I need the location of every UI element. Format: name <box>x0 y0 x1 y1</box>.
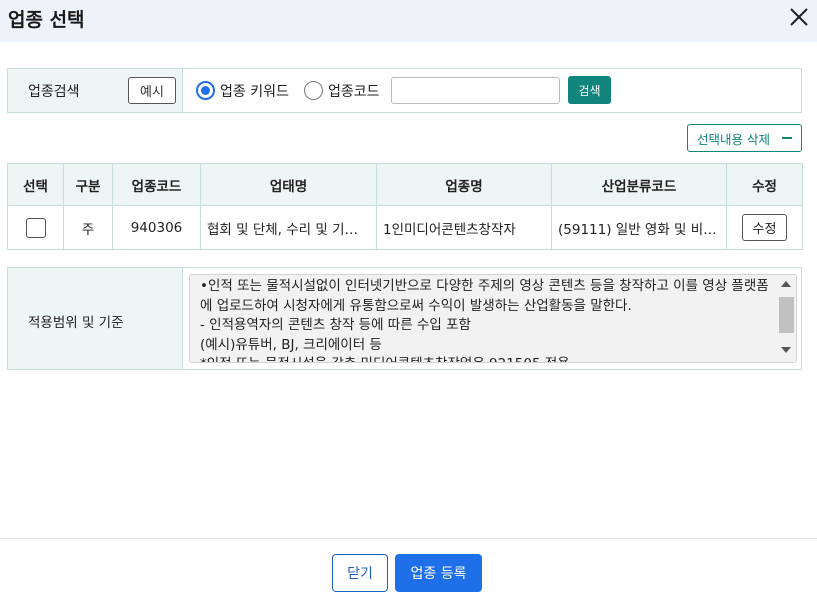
cell-code: 940306 <box>112 205 201 250</box>
scope-text: •인적 또는 물적시설없이 인터넷기반으로 다양한 주제의 영상 콘텐츠 등을 … <box>200 278 769 362</box>
search-label-cell: 업종검색 예시 <box>8 69 183 112</box>
example-button[interactable]: 예시 <box>128 77 176 104</box>
header-gubun: 구분 <box>63 163 113 206</box>
search-button[interactable]: 검색 <box>568 76 611 104</box>
header-classification: 산업분류코드 <box>551 163 727 206</box>
scope-label-cell: 적용범위 및 기준 <box>8 268 183 369</box>
search-label: 업종검색 <box>28 84 80 100</box>
radio-keyword-label[interactable]: 업종 키워드 <box>220 81 289 101</box>
cell-select <box>7 205 64 250</box>
industry-table: 선택 구분 업종코드 업태명 업종명 산업분류코드 수정 주 940306 협회… <box>7 163 803 250</box>
scope-textarea[interactable]: •인적 또는 물적시설없이 인터넷기반으로 다양한 주제의 영상 콘텐츠 등을 … <box>189 274 797 363</box>
header-industry-name: 업종명 <box>376 163 552 206</box>
scrollbar[interactable] <box>776 275 796 362</box>
delete-selection-label: 선택내용 삭제 <box>697 131 770 147</box>
row-checkbox[interactable] <box>25 217 46 238</box>
search-panel: 업종검색 예시 업종 키워드 업종코드 검색 <box>7 68 802 113</box>
close-icon[interactable] <box>786 4 812 30</box>
header-code: 업종코드 <box>112 163 201 206</box>
cell-industry-name: 1인미디어콘텐츠창작자 <box>376 205 552 250</box>
dialog-header: 업종 선택 <box>0 0 817 42</box>
footer-divider <box>0 538 817 539</box>
edit-button[interactable]: 수정 <box>742 214 787 241</box>
cell-classification: (59111) 일반 영화 및 비디오물 제작업 <box>551 205 727 250</box>
search-input[interactable] <box>391 77 560 104</box>
header-business-type: 업태명 <box>200 163 377 206</box>
table-header-row: 선택 구분 업종코드 업태명 업종명 산업분류코드 수정 <box>7 163 803 206</box>
cell-business-type: 협회 및 단체, 수리 및 기타 개인 서비스업 <box>200 205 377 250</box>
scope-label: 적용범위 및 기준 <box>28 315 124 331</box>
scroll-up-icon[interactable] <box>781 281 791 287</box>
table-row: 주 940306 협회 및 단체, 수리 및 기타 개인 서비스업 1인미디어콘… <box>7 205 803 250</box>
cell-edit: 수정 <box>726 205 803 250</box>
close-button[interactable]: 닫기 <box>332 554 388 592</box>
cell-gubun: 주 <box>63 205 113 250</box>
scroll-down-icon[interactable] <box>781 347 791 353</box>
radio-keyword[interactable] <box>196 81 215 100</box>
minus-icon <box>782 137 792 139</box>
radio-code[interactable] <box>304 81 323 100</box>
register-button[interactable]: 업종 등록 <box>395 554 482 592</box>
dialog-title: 업종 선택 <box>8 9 85 31</box>
header-edit: 수정 <box>726 163 803 206</box>
scope-panel: 적용범위 및 기준 •인적 또는 물적시설없이 인터넷기반으로 다양한 주제의 … <box>7 267 802 370</box>
radio-code-label[interactable]: 업종코드 <box>328 81 380 101</box>
header-select: 선택 <box>7 163 64 206</box>
delete-selection-button[interactable]: 선택내용 삭제 <box>687 124 802 152</box>
scroll-thumb[interactable] <box>779 297 794 333</box>
